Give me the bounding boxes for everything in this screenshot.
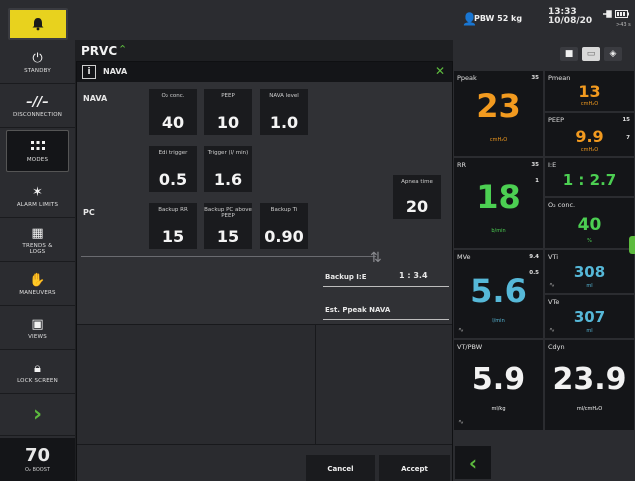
rr-tile[interactable]: RR 35 1 18 b/min (453, 157, 544, 249)
battery-icon (615, 10, 630, 18)
est-ppeak-row: Est. Ppeak NAVA (323, 298, 449, 320)
power-icon: ⏻ (32, 51, 43, 66)
battery-time: >43 s (616, 22, 631, 28)
view-toolbar: ■ ▭ ◈ (560, 47, 622, 61)
views-icon: ▣ (31, 317, 44, 332)
apnea-time-setting[interactable]: Apnea time 20 (393, 175, 441, 219)
link-arrows-icon: ⇅ (370, 250, 382, 266)
cdyn-value: 23.9 (552, 362, 627, 397)
vti-tile[interactable]: VTi 308 ml ∿ (544, 249, 635, 294)
sidebar-item-views[interactable]: ▣ VIEWS (0, 308, 75, 350)
camera-icon[interactable]: ■ (560, 47, 578, 61)
edi-trigger-setting[interactable]: Edi trigger 0.5 (149, 146, 197, 192)
clock-date: 10/08/20 (548, 16, 593, 26)
sidebar: ⏻ STANDBY –//– DISCONNECTION MODES ✶ ALA… (0, 40, 75, 481)
pmean-value: 13 (578, 82, 601, 101)
trends-icon: ▦ (31, 226, 44, 241)
o2-conc-value: 40 (577, 215, 602, 235)
mode-title[interactable]: PRVC (81, 44, 117, 58)
plug-icon (603, 10, 612, 18)
sidebar-item-alarm-limits[interactable]: ✶ ALARM LIMITS (0, 176, 75, 218)
sidebar-item-standby[interactable]: ⏻ STANDBY (0, 42, 75, 84)
chevron-left-icon: ‹ (468, 450, 478, 475)
waveform-icon: ∿ (458, 418, 464, 426)
disconnect-icon: –//– (26, 95, 49, 110)
peep-value: 9.9 (575, 127, 604, 146)
vt-pbw-tile[interactable]: VT/PBW 5.9 ml/kg ∿ (453, 339, 544, 431)
ppeak-value: 23 (476, 87, 521, 125)
ie-tile[interactable]: I:E 1 : 2.7 (544, 157, 635, 197)
lock-icon: 🔒︎ (34, 361, 41, 376)
backup-ti-setting[interactable]: Backup Ti 0.90 (260, 203, 308, 249)
sidebar-item-disconnection[interactable]: –//– DISCONNECTION (0, 86, 75, 128)
dialog-title: NAVA (103, 67, 128, 76)
backup-ie-row: Backup I:E 1 : 3.4 (323, 265, 449, 287)
backup-pc-setting[interactable]: Backup PC above PEEP 15 (204, 203, 252, 249)
side-panel-handle[interactable] (629, 236, 635, 254)
vt-pbw-value: 5.9 (471, 362, 526, 397)
grid-icon (30, 140, 45, 155)
vti-value: 308 (573, 263, 606, 281)
o2-boost-value: 70 (24, 444, 51, 466)
sidebar-item-modes[interactable]: MODES (6, 130, 69, 172)
close-icon[interactable]: ✕ (435, 64, 445, 78)
alarm-bell-button[interactable] (8, 8, 68, 40)
top-bar: 👤 PBW 52 kg 13:33 10/08/20 >43 s (0, 0, 635, 40)
peep-tile[interactable]: PEEP 15 7 9.9 cmH₂O (544, 112, 635, 157)
sidebar-item-trends-logs[interactable]: ▦ TRENDS & LOGS (0, 220, 75, 262)
maneuvers-icon: ✋ (29, 273, 46, 288)
sidebar-next-button[interactable]: › (0, 394, 75, 436)
nava-level-setting[interactable]: NAVA level 1.0 (260, 89, 308, 135)
o2-conc-tile[interactable]: O₂ conc. 40 % (544, 197, 635, 249)
mve-value: 5.6 (470, 272, 527, 310)
waveform-icon: ∿ (549, 281, 555, 289)
peep-setting[interactable]: PEEP 10 (204, 89, 252, 135)
vte-tile[interactable]: VTe 307 ml ∿ (544, 294, 635, 339)
back-button[interactable]: ‹ (455, 446, 491, 479)
info-icon[interactable]: i (82, 65, 96, 79)
ie-value: 1 : 2.7 (562, 171, 617, 189)
o2-boost-button[interactable]: 70 O₂ BOOST (0, 438, 75, 481)
mode-settings-dialog: i NAVA ✕ NAVA O₂ conc. 40 PEEP 10 NAVA l… (76, 61, 453, 481)
rr-value: 18 (476, 178, 521, 216)
pbw-value: PBW 52 kg (474, 14, 523, 23)
chevron-right-icon: › (32, 402, 43, 427)
info-divider (315, 324, 316, 444)
o2-conc-setting[interactable]: O₂ conc. 40 (149, 89, 197, 135)
dialog-header: i NAVA ✕ (77, 62, 452, 82)
sidebar-item-maneuvers[interactable]: ✋ MANEUVERS (0, 264, 75, 306)
backup-rr-setting[interactable]: Backup RR 15 (149, 203, 197, 249)
sidebar-item-lock-screen[interactable]: 🔒︎ LOCK SCREEN (0, 352, 75, 394)
cancel-button[interactable]: Cancel (306, 455, 375, 481)
alarm-limits-icon: ✶ (32, 185, 43, 200)
battery-status (602, 10, 630, 21)
layers-icon[interactable]: ◈ (604, 47, 622, 61)
info-bottom-line (77, 444, 452, 445)
screen-icon[interactable]: ▭ (582, 47, 600, 61)
cdyn-tile[interactable]: Cdyn 23.9 ml/cmH₂O (544, 339, 635, 431)
trigger-setting[interactable]: Trigger (l/ min) 1.6 (204, 146, 252, 192)
pmean-tile[interactable]: Pmean 13 cmH₂O (544, 70, 635, 112)
pc-section-label: PC (83, 208, 95, 217)
nava-section-label: NAVA (83, 94, 108, 103)
section-divider (81, 256, 376, 257)
mve-tile[interactable]: MVe 9.4 0.5 5.6 l/min ∿ (453, 249, 544, 339)
waveform-icon: ∿ (458, 326, 464, 334)
o2-boost-label: O₂ BOOST (25, 466, 50, 473)
accept-button[interactable]: Accept (379, 455, 450, 481)
bell-icon (32, 18, 44, 31)
vte-value: 307 (573, 308, 606, 326)
chevron-up-icon[interactable]: ⌃ (118, 43, 127, 56)
ppeak-tile[interactable]: Ppeak 35 23 cmH₂O (453, 70, 544, 157)
waveform-icon: ∿ (549, 326, 555, 334)
